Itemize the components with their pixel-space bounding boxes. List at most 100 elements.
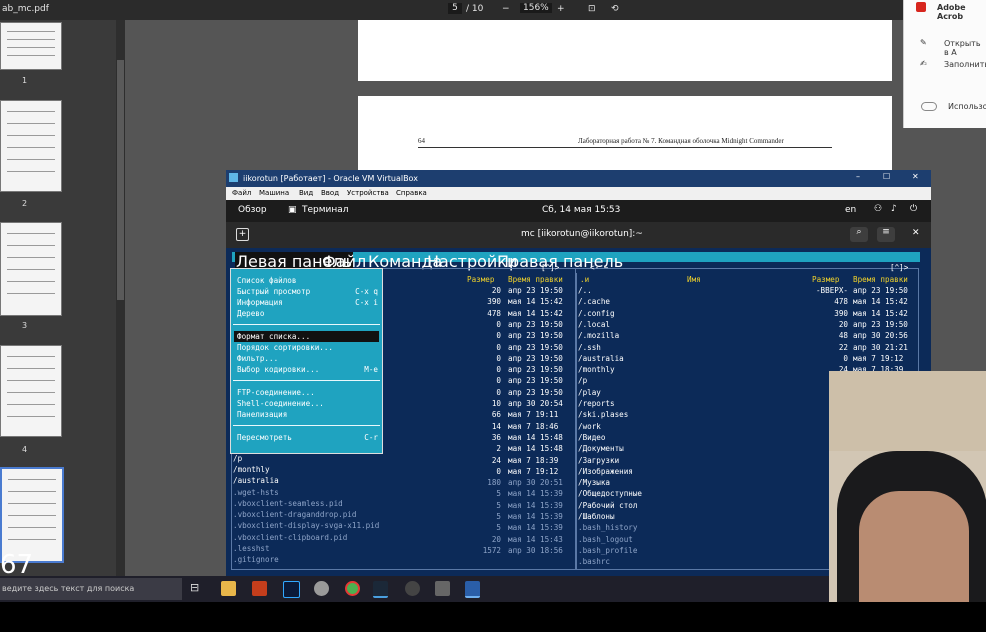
menu-item-list-format[interactable]: Формат списка... (237, 331, 310, 342)
right-row-name[interactable]: /reports (578, 398, 615, 409)
fill-item[interactable]: Заполнить (944, 60, 986, 69)
taskbar-search[interactable]: ведите здесь текст для поиска (0, 578, 182, 600)
right-row-name[interactable]: /Видео (578, 432, 605, 443)
thumbnail-page-2[interactable] (0, 100, 62, 192)
right-row-name[interactable]: /.mozilla (578, 330, 619, 341)
right-row-name[interactable]: /.cache (578, 296, 610, 307)
right-row-name[interactable]: .bashrc (578, 556, 610, 567)
list-item[interactable]: /monthly (233, 464, 270, 475)
menu-input[interactable]: Ввод (321, 189, 339, 197)
menu-item-quick-view[interactable]: Быстрый просмотр (237, 286, 310, 297)
right-row-name[interactable]: /Рабочий стол (578, 500, 637, 511)
thumbnail-page-4[interactable] (0, 345, 62, 437)
menu-item-file-list[interactable]: Список файлов (237, 275, 296, 286)
menu-machine[interactable]: Машина (259, 189, 289, 197)
toggle-switch[interactable] (921, 102, 937, 111)
right-panel-bracket[interactable]: [^]> (890, 263, 908, 272)
right-row-name[interactable]: /.config (578, 308, 615, 319)
photoshop-icon[interactable] (283, 581, 300, 598)
right-row-name[interactable]: /.local (578, 319, 610, 330)
chrome-icon[interactable] (345, 581, 360, 596)
minimize-button[interactable]: – (856, 172, 860, 181)
right-row-name[interactable]: .bash_history (578, 522, 637, 533)
list-item[interactable]: /p (233, 453, 242, 464)
task-view-icon[interactable]: ⊟ (190, 581, 205, 596)
virtualbox-taskbar-icon[interactable] (465, 581, 480, 598)
list-item[interactable]: /australia (233, 475, 279, 486)
file-explorer-icon[interactable] (221, 581, 236, 596)
steam-icon[interactable] (373, 581, 388, 598)
thumbnail-page-1[interactable] (0, 22, 62, 70)
network-icon[interactable]: ⚇ (874, 204, 882, 214)
menu-item-rescan[interactable]: Пересмотреть (237, 432, 292, 443)
open-in-acrobat-item[interactable]: Открыть в A (944, 39, 986, 57)
list-item[interactable]: .vboxclient-clipboard.pid (233, 532, 347, 543)
list-item[interactable]: .vboxclient-display-svga-x11.pid (233, 520, 379, 531)
fill-sign-icon: ✍ (920, 59, 927, 68)
menu-item-panelize[interactable]: Панелизация (237, 409, 287, 420)
hamburger-menu-icon[interactable]: ≡ (877, 227, 895, 242)
minus-icon[interactable]: − (502, 4, 510, 14)
menu-view[interactable]: Вид (299, 189, 313, 197)
right-row-name[interactable]: /Общедоступные (578, 488, 642, 499)
zoom-level[interactable]: 156% (520, 3, 552, 13)
left-panel-bracket[interactable]: [^]> (541, 263, 559, 272)
right-row-name[interactable]: .bash_profile (578, 545, 637, 556)
list-item[interactable]: .vboxclient-draganddrop.pid (233, 509, 356, 520)
right-row-name[interactable]: /.ssh (578, 342, 601, 353)
right-row-name[interactable]: /Музыка (578, 477, 610, 488)
menu-item-sort-order[interactable]: Порядок сортировки... (237, 342, 333, 353)
use-item[interactable]: Использов (948, 102, 986, 111)
list-item[interactable]: .wget-hsts (233, 487, 279, 498)
3d-viewer-icon[interactable] (435, 581, 450, 596)
right-row-name[interactable]: /play (578, 387, 601, 398)
clock[interactable]: Сб, 14 мая 15:53 (542, 205, 620, 215)
list-item[interactable]: .vboxclient-seamless.pid (233, 498, 343, 509)
menu-item-ftp[interactable]: FTP-соединение... (237, 387, 315, 398)
right-row-name[interactable]: /work (578, 421, 601, 432)
left-row-size: 0 (496, 365, 501, 375)
menu-item-shell[interactable]: Shell-соединение... (237, 398, 324, 409)
powerpoint-icon[interactable] (252, 581, 267, 596)
rotate-icon[interactable]: ⟲ (611, 4, 619, 14)
list-item[interactable]: .lesshst (233, 543, 270, 554)
terminal-close-icon[interactable]: ✕ (912, 228, 920, 238)
right-row-name[interactable]: /australia (578, 353, 624, 364)
left-row-mtime: апр 23 19:50 (508, 387, 563, 397)
thumbnail-page-5[interactable] (0, 467, 64, 563)
right-header-name: Имя (687, 275, 701, 284)
menu-item-encoding[interactable]: Выбор кодировки... (237, 364, 319, 375)
menu-help[interactable]: Справка (396, 189, 427, 197)
right-row-name[interactable]: /monthly (578, 364, 615, 375)
menu-item-filter[interactable]: Фильтр... (237, 353, 278, 364)
menu-file[interactable]: Файл (232, 189, 251, 197)
right-row-name[interactable]: /p (578, 375, 587, 386)
menu-devices[interactable]: Устройства (347, 189, 389, 197)
close-button[interactable]: ✕ (912, 172, 919, 181)
right-row-name[interactable]: /Шаблоны (578, 511, 615, 522)
power-icon[interactable]: ⏻ (910, 204, 917, 214)
right-row-name[interactable]: /Документы (578, 443, 624, 454)
search-icon[interactable]: ⌕ (850, 227, 868, 242)
menu-item-tree[interactable]: Дерево (237, 308, 264, 319)
menu-item-info[interactable]: Информация (237, 297, 283, 308)
page-number-input[interactable]: 5 (448, 3, 462, 14)
list-item[interactable]: .gitignore (233, 554, 279, 565)
terminal-app-button[interactable]: Терминал (302, 205, 349, 215)
right-row-name[interactable]: /Изображения (578, 466, 633, 477)
maximize-button[interactable]: ☐ (883, 172, 890, 181)
keyboard-layout[interactable]: en (845, 205, 856, 215)
fit-page-icon[interactable]: ⊡ (588, 4, 596, 14)
scrollbar-thumb[interactable] (117, 60, 124, 300)
right-row-name[interactable]: /ski.plases (578, 409, 628, 420)
new-tab-icon[interactable]: + (236, 228, 249, 241)
right-row-name[interactable]: .bash_logout (578, 534, 633, 545)
volume-icon[interactable]: ♪ (891, 204, 897, 214)
plus-icon[interactable]: + (557, 4, 565, 14)
thumbnail-page-3[interactable] (0, 222, 62, 316)
overview-button[interactable]: Обзор (238, 205, 267, 215)
app-icon[interactable] (405, 581, 420, 596)
app-icon[interactable] (314, 581, 329, 596)
right-row-name[interactable]: /Загрузки (578, 455, 619, 466)
right-row-name[interactable]: /.. (578, 285, 592, 296)
